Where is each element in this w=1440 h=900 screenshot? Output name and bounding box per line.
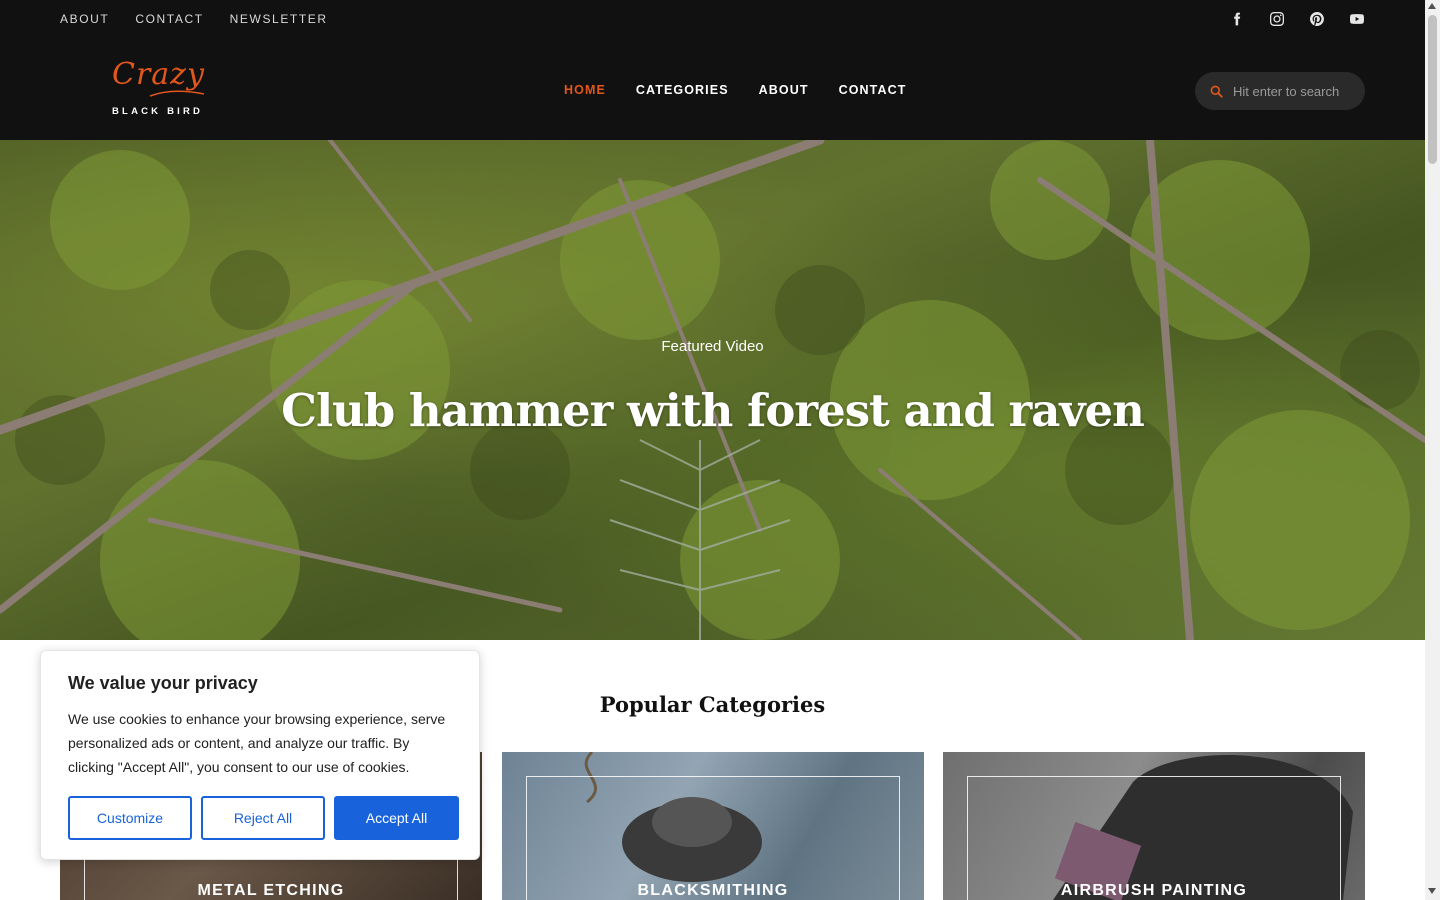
reject-all-button[interactable]: Reject All (201, 796, 325, 840)
category-card-airbrush-painting[interactable]: AIRBRUSH PAINTING (943, 752, 1365, 900)
search-input[interactable] (1233, 83, 1363, 99)
nav-item-about[interactable]: ABOUT (759, 82, 809, 98)
youtube-icon[interactable] (1349, 11, 1365, 27)
nav-item-categories[interactable]: CATEGORIES (636, 82, 729, 98)
nav-item-home[interactable]: HOME (564, 82, 606, 98)
scroll-up-arrow-icon[interactable] (1428, 3, 1436, 9)
logo-script-text: Crazy (112, 57, 205, 92)
cookie-consent-banner: We value your privacy We use cookies to … (40, 650, 480, 860)
logo-swoosh (149, 90, 205, 97)
topbar-link-newsletter[interactable]: NEWSLETTER (230, 12, 328, 26)
hero-title[interactable]: Club hammer with forest and raven (0, 383, 1425, 439)
customize-button[interactable]: Customize (68, 796, 192, 840)
featured-hero[interactable]: Featured Video Club hammer with forest a… (0, 140, 1425, 640)
category-label: AIRBRUSH PAINTING (1060, 882, 1248, 899)
top-bar-nav: ABOUT CONTACT NEWSLETTER (60, 12, 328, 26)
category-label: BLACKSMITHING (637, 882, 789, 899)
search-icon (1210, 85, 1223, 98)
pinterest-icon[interactable] (1309, 11, 1325, 27)
facebook-icon[interactable] (1229, 11, 1245, 27)
topbar-link-about[interactable]: ABOUT (60, 12, 109, 26)
category-label: METAL ETCHING (197, 882, 345, 899)
main-nav: HOME CATEGORIES ABOUT CONTACT (564, 82, 906, 98)
page-scrollbar[interactable] (1425, 0, 1440, 900)
category-card-blacksmithing[interactable]: BLACKSMITHING (502, 752, 924, 900)
scroll-thumb[interactable] (1428, 15, 1437, 164)
site-logo[interactable]: Crazy BLACK BIRD (110, 58, 214, 120)
cookie-body: We use cookies to enhance your browsing … (68, 711, 446, 775)
logo-subtitle: BLACK BIRD (112, 106, 204, 117)
topbar-link-contact[interactable]: CONTACT (135, 12, 203, 26)
nav-item-contact[interactable]: CONTACT (839, 82, 907, 98)
site-header: ABOUT CONTACT NEWSLETTER Crazy BLACK BIR… (0, 0, 1425, 140)
cookie-title: We value your privacy (68, 673, 258, 693)
instagram-icon[interactable] (1269, 11, 1285, 27)
search-box (1195, 72, 1365, 110)
cookie-buttons: Customize Reject All Accept All (68, 796, 459, 840)
hero-kicker: Featured Video (661, 338, 764, 355)
social-links (1229, 11, 1365, 27)
accept-all-button[interactable]: Accept All (334, 796, 459, 840)
scroll-down-arrow-icon[interactable] (1428, 888, 1436, 894)
